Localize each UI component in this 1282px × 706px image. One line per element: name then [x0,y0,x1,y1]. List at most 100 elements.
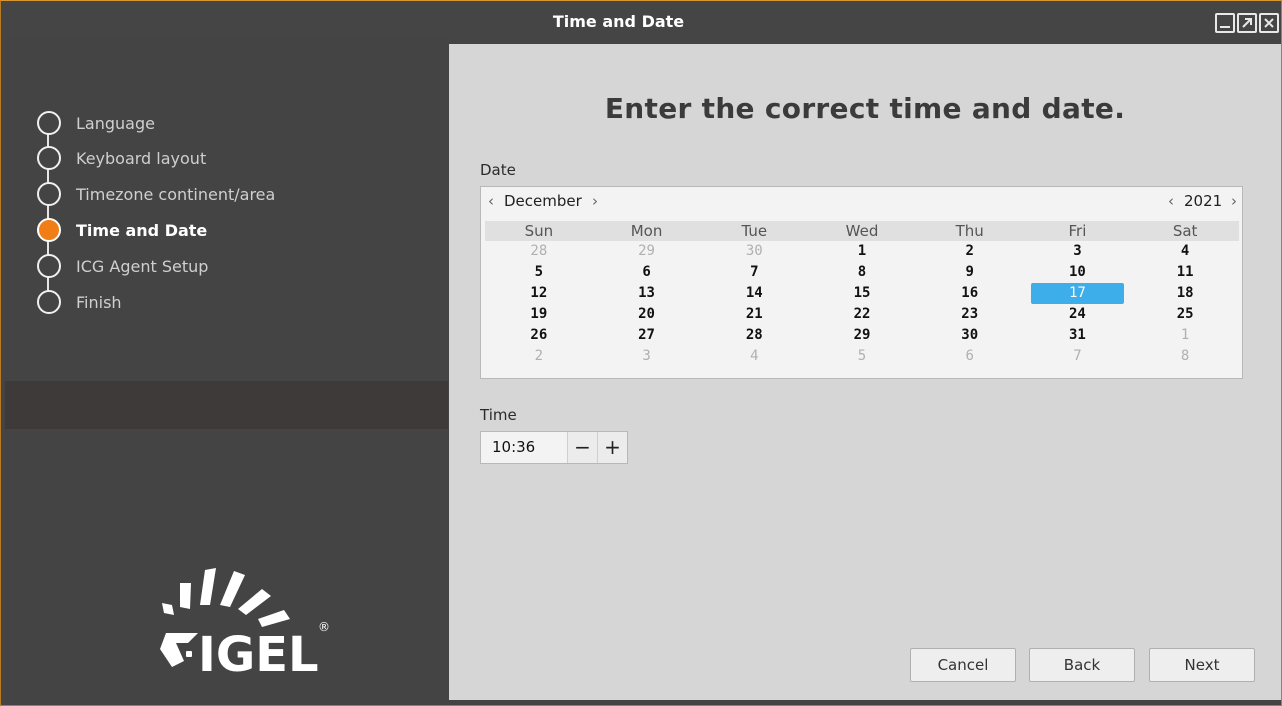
decrement-button[interactable]: − [567,432,597,463]
calendar-day[interactable]: 16 [916,283,1024,304]
calendar-day[interactable]: 8 [808,262,916,283]
title-bar: Time and Date [1,1,1281,39]
calendar-day[interactable]: 3 [593,346,701,367]
step-circle-icon [37,290,61,314]
calendar-day[interactable]: 18 [1131,283,1239,304]
calendar-day[interactable]: 14 [700,283,808,304]
calendar-week-row: 12 13 14 15 16 17 18 [485,283,1239,304]
step-label: Language [76,113,155,133]
calendar-day[interactable]: 5 [808,346,916,367]
calendar-day[interactable]: 11 [1131,262,1239,283]
next-button[interactable]: Next [1149,648,1255,682]
calendar-day[interactable]: 10 [1024,262,1132,283]
calendar-day[interactable]: 8 [1131,346,1239,367]
weekday-label: Sun [524,222,554,240]
back-button[interactable]: Back [1029,648,1135,682]
window-title: Time and Date [552,12,685,31]
calendar-day[interactable]: 21 [700,304,808,325]
minimize-icon[interactable] [1215,13,1235,33]
calendar-day[interactable]: 30 [700,241,808,262]
weekday-label: Sat [1172,222,1198,240]
calendar-day[interactable]: 28 [700,325,808,346]
calendar-day[interactable]: 15 [808,283,916,304]
calendar-day[interactable]: 31 [1024,325,1132,346]
time-input[interactable]: 10:36 [481,432,567,463]
calendar-day-selected[interactable]: 17 [1030,283,1125,304]
prev-year-icon[interactable]: ‹ [1168,192,1174,210]
step-label: Time and Date [76,220,208,240]
cancel-button[interactable]: Cancel [910,648,1016,682]
calendar-day[interactable]: 7 [1024,346,1132,367]
weekday-label: Fri [1068,222,1087,240]
calendar-day[interactable]: 4 [1131,241,1239,262]
step-circle-icon [37,111,61,135]
step-current-icon [37,218,61,242]
step-finish: Finish [37,290,122,314]
calendar-day[interactable]: 6 [593,262,701,283]
step-circle-icon [37,182,61,206]
calendar-week-row: 26 27 28 29 30 31 1 [485,325,1239,346]
calendar-week-row: 28 29 30 1 2 3 4 [485,241,1239,262]
calendar-day[interactable]: 1 [808,241,916,262]
weekday-label: Tue [741,222,768,240]
step-language: Language [37,111,155,135]
calendar-day[interactable]: 2 [485,346,593,367]
year-label[interactable]: 2021 [1184,192,1222,210]
sidebar-band [5,381,448,429]
increment-button[interactable]: + [597,432,627,463]
prev-month-icon[interactable]: ‹ [488,192,494,210]
weekday-label: Thu [955,222,984,240]
sidebar [5,38,448,381]
close-icon[interactable] [1259,13,1279,33]
maximize-icon[interactable] [1237,13,1257,33]
next-month-icon[interactable]: › [592,192,598,210]
calendar-week-row: 2345678 [485,346,1239,367]
calendar-day[interactable]: 19 [485,304,593,325]
step-keyboard-layout: Keyboard layout [37,146,206,170]
calendar-day[interactable]: 27 [593,325,701,346]
calendar-nav: ‹ December › ‹ 2021 › [481,187,1242,216]
step-label: ICG Agent Setup [76,256,209,276]
calendar-day[interactable]: 1 [1131,325,1239,346]
calendar-week-row: 5 6 7 8 9 10 11 [485,262,1239,283]
calendar-day[interactable]: 26 [485,325,593,346]
igel-logo: IGEL ® [158,565,333,685]
calendar-day[interactable]: 4 [700,346,808,367]
calendar-day[interactable]: 25 [1131,304,1239,325]
time-spinbox: 10:36 − + [480,431,628,464]
calendar-day[interactable]: 23 [916,304,1024,325]
step-label: Finish [76,292,122,312]
calendar-grid: Sun Mon Tue Wed Thu Fri Sat 28 29 30 1 2 3 4 5 6… [485,221,1239,367]
calendar-days: 28 29 30 1 2 3 4 5 6 7 8 9 10 11 12 13 14 15 16 17 18 19 20 21 2… [485,241,1239,367]
svg-text:®: ® [318,620,330,634]
step-icg-agent-setup: ICG Agent Setup [37,254,208,278]
calendar-day[interactable]: 29 [808,325,916,346]
next-year-icon[interactable]: › [1231,192,1237,210]
step-time-and-date: Time and Date [37,218,207,242]
weekday-header: Sun Mon Tue Wed Thu Fri Sat [485,221,1239,241]
calendar-day[interactable]: 30 [916,325,1024,346]
calendar-day[interactable]: 5 [485,262,593,283]
calendar-day[interactable]: 13 [593,283,701,304]
month-label[interactable]: December [504,192,582,210]
step-circle-icon [37,254,61,278]
step-label: Timezone continent/area [76,184,276,204]
calendar-day[interactable]: 24 [1024,304,1132,325]
logo-wordmark: IGEL [198,627,319,683]
calendar-day[interactable]: 7 [700,262,808,283]
calendar-day[interactable]: 6 [916,346,1024,367]
calendar-day[interactable]: 28 [485,241,593,262]
calendar-day[interactable]: 12 [485,283,593,304]
calendar-day[interactable]: 20 [593,304,701,325]
calendar-day[interactable]: 9 [916,262,1024,283]
step-timezone: Timezone continent/area [37,182,275,206]
calendar-day[interactable]: 29 [593,241,701,262]
calendar-day[interactable]: 22 [808,304,916,325]
calendar[interactable]: ‹ December › ‹ 2021 › Sun Mon Tue Wed Th… [480,186,1243,379]
calendar-week-row: 19 20 21 22 23 24 25 [485,304,1239,325]
weekday-label: Wed [845,222,879,240]
calendar-day[interactable]: 3 [1024,241,1132,262]
time-label: Time [480,406,517,424]
page-title: Enter the correct time and date. [604,92,1126,125]
calendar-day[interactable]: 2 [916,241,1024,262]
